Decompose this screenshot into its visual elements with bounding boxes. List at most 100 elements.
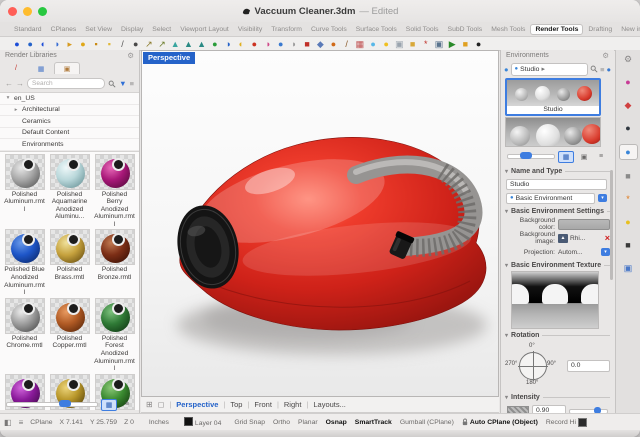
tab-cplanes[interactable]: CPlanes	[47, 25, 81, 34]
viewport-frame-icon[interactable]: ▣	[434, 39, 444, 49]
new-viewport-icon[interactable]: ⊞	[146, 400, 153, 409]
materials-panel-icon[interactable]: ●	[620, 121, 637, 135]
camera-panel-icon[interactable]: ■	[620, 238, 637, 252]
status-toggle-auto-cplane-object[interactable]: Auto CPlane (Object)	[462, 418, 538, 426]
rotation-dial-circle[interactable]	[519, 352, 547, 380]
projection-stepper-button[interactable]: ▾	[601, 248, 610, 256]
environment-name-field[interactable]: Studio	[506, 179, 607, 190]
tab-select[interactable]: Select	[148, 25, 175, 34]
tab-render-tools[interactable]: Render Tools	[530, 24, 583, 35]
units-indicator[interactable]: Inches	[149, 419, 169, 426]
brush-tab-icon[interactable]: /	[4, 63, 28, 74]
viewport-play-icon[interactable]: ▶	[447, 39, 457, 49]
layer-indicator[interactable]: Layer 04	[184, 417, 221, 427]
pie-icon[interactable]: ◑	[263, 39, 273, 49]
tab-drafting[interactable]: Drafting	[584, 25, 616, 34]
earth-icon[interactable]: ●	[210, 39, 220, 49]
globe-icon[interactable]: ●	[276, 39, 286, 49]
render-preview-icon[interactable]: ●	[25, 39, 35, 49]
left-panel-gear-icon[interactable]: ⚙	[127, 51, 134, 60]
tab-viewport-layout[interactable]: Viewport Layout	[176, 25, 233, 34]
tree-item-environments[interactable]: Environments	[0, 139, 139, 151]
panel-gear-icon[interactable]: ⚙	[620, 52, 637, 66]
pencil-icon[interactable]: /	[118, 39, 128, 49]
section-basic-env-texture[interactable]: Basic Environment Texture	[511, 262, 601, 269]
section-name-and-type[interactable]: Name and Type	[511, 168, 562, 175]
viewport-tab-top[interactable]: Top	[230, 400, 242, 409]
viewport-tab-front[interactable]: Front	[254, 400, 272, 409]
status-toggle-gumball-cplane[interactable]: Gumball (CPlane)	[400, 419, 454, 426]
sun-sphere-icon[interactable]: ◐	[236, 39, 246, 49]
tab-set-view[interactable]: Set View	[81, 25, 116, 34]
title-bar[interactable]: Vaccuum Cleaner.3dm — Edited	[0, 0, 640, 23]
filter-funnel-icon[interactable]: ▼	[119, 79, 126, 88]
display-color-wheel-icon[interactable]: ●	[620, 75, 637, 89]
tab-transform[interactable]: Transform	[267, 25, 306, 34]
environment-type-dropdown[interactable]: ● Basic Environment	[506, 193, 595, 204]
section-rotation[interactable]: Rotation	[511, 332, 539, 339]
tab-subd-tools[interactable]: SubD Tools	[444, 25, 487, 34]
viewport-tab-layouts[interactable]: Layouts...	[313, 400, 346, 409]
spray-icon[interactable]: ●	[131, 39, 141, 49]
tab-mesh-tools[interactable]: Mesh Tools	[487, 25, 529, 34]
list-view-button[interactable]: ≡	[120, 400, 134, 410]
env-menu-icon[interactable]: ≡	[600, 65, 604, 74]
material-item[interactable]: Polished Bronze.rmtl	[93, 229, 136, 296]
tree-item-ceramics[interactable]: Ceramics	[0, 116, 139, 128]
projection-value[interactable]: Autom...	[558, 249, 598, 256]
rotation-value-field[interactable]: 0.0	[567, 360, 610, 372]
clay-ball-icon[interactable]: ●	[329, 39, 339, 49]
viewport-warn-icon[interactable]: ■	[460, 39, 470, 49]
back-arrow-icon[interactable]: ←	[5, 79, 13, 88]
material-item[interactable]: Polished Forest Anodized Aluminum.rmtl	[93, 298, 136, 373]
status-toggle-smarttrack[interactable]: SmartTrack	[355, 419, 392, 426]
lock-toggle-icon[interactable]: ▪	[104, 39, 114, 49]
status-toggle-planar[interactable]: Planar	[298, 419, 318, 426]
background-image-thumbnail-icon[interactable]: ▲	[558, 234, 568, 243]
bulb-icon[interactable]: ●	[381, 39, 391, 49]
gear-red-icon[interactable]: *	[421, 39, 431, 49]
materials-tab-icon[interactable]: ▦	[29, 63, 53, 74]
widget-arrow3-icon[interactable]: ▲	[197, 39, 207, 49]
dice-icon[interactable]: ●	[474, 39, 484, 49]
status-toggle-osnap[interactable]: Osnap	[326, 419, 347, 426]
decal-arrow2-icon[interactable]: ↗	[157, 39, 167, 49]
type-stepper-button[interactable]: ▾	[598, 194, 607, 202]
sun-panel-icon[interactable]: *	[620, 192, 637, 206]
tree-item-architectural[interactable]: ▸Architectural	[0, 105, 139, 117]
environments-panel-icon[interactable]: ●	[619, 144, 638, 160]
shield-icon[interactable]: ◆	[315, 39, 325, 49]
tab-surface-tools[interactable]: Surface Tools	[352, 25, 401, 34]
material-item[interactable]: Polished Blue Anodized Aluminum.rmtl	[3, 229, 46, 296]
cplane-indicator[interactable]: CPlane	[30, 419, 52, 426]
create-environment-icon[interactable]: ●	[504, 65, 509, 74]
panel-red-icon[interactable]: ■	[302, 39, 312, 49]
env-search-icon[interactable]	[590, 65, 598, 73]
status-toggle-ortho[interactable]: Ortho	[273, 419, 290, 426]
status-toggle-grid-snap[interactable]: Grid Snap	[234, 419, 265, 426]
slider-thumb[interactable]	[59, 400, 71, 407]
widget-arrow-icon[interactable]: ▲	[170, 39, 180, 49]
menu-icon[interactable]: ≡	[130, 79, 134, 88]
environment-thumbnail-studio[interactable]: Studio	[505, 78, 601, 116]
ground-plane-icon[interactable]: ■	[620, 169, 637, 183]
maximize-viewport-icon[interactable]: ◻	[158, 400, 165, 409]
tag-icon[interactable]: ▪	[91, 39, 101, 49]
material-item[interactable]: Polished Aluminum.rmtl	[3, 154, 46, 229]
tab-solid-tools[interactable]: Solid Tools	[402, 25, 443, 34]
web-globe-icon[interactable]: ●	[606, 65, 611, 74]
palette-icon[interactable]: ▦	[355, 39, 365, 49]
annotate-flag-icon[interactable]: ▸	[65, 39, 75, 49]
screen-icon[interactable]: ▣	[394, 39, 404, 49]
record-history-checkbox[interactable]	[578, 418, 587, 427]
material-item[interactable]: Polished Aquamarine Anodized Aluminu...	[48, 154, 91, 229]
status-menu-icon[interactable]: ≡	[19, 418, 24, 427]
moon-icon[interactable]: ◗	[289, 39, 299, 49]
grid-view-button[interactable]: ▦	[101, 399, 117, 411]
viewport-tab-perspective[interactable]: Perspective	[176, 400, 218, 409]
render-settings-icon[interactable]: ◐	[38, 39, 48, 49]
sphere-env-icon[interactable]: ◑	[223, 39, 233, 49]
tree-item-en-us[interactable]: ▾en_US	[0, 93, 139, 105]
material-item[interactable]: Polished Copper.rmtl	[48, 298, 91, 373]
panel-toggle-icon[interactable]: ◧	[4, 418, 12, 427]
